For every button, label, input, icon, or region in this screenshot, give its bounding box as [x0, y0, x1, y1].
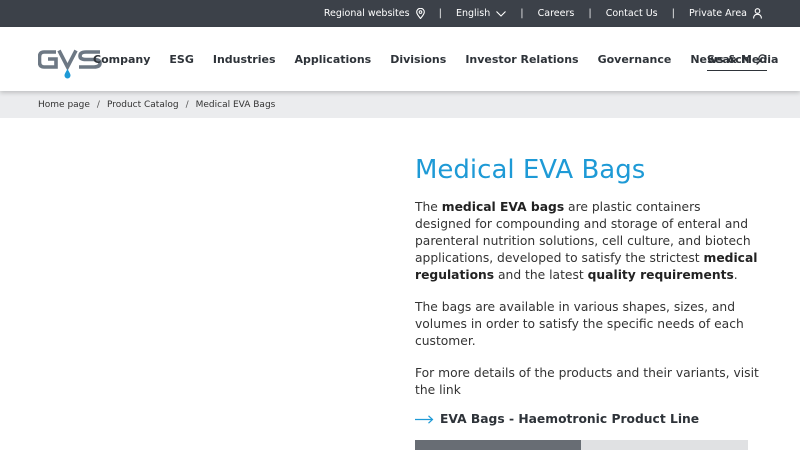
haemotronic-link-label: EVA Bags - Haemotronic Product Line [440, 412, 700, 426]
search-label: Search [707, 52, 750, 66]
utility-bar: Regional websites | English | Careers | … [0, 0, 800, 27]
careers-link[interactable]: Careers [538, 8, 575, 19]
nav-governance[interactable]: Governance [598, 53, 672, 66]
private-area-link[interactable]: Private Area [689, 8, 762, 19]
contact-us-label: Contact Us [605, 8, 658, 19]
arrow-right-icon [415, 414, 434, 424]
language-selector[interactable]: English [455, 8, 507, 19]
search-icon [755, 53, 767, 65]
breadcrumb: Home page / Product Catalog / Medical EV… [0, 91, 800, 118]
nav-divisions[interactable]: Divisions [390, 53, 446, 66]
topbar-separator: | [588, 8, 592, 19]
regional-websites-label: Regional websites [323, 8, 410, 19]
private-area-label: Private Area [688, 8, 747, 19]
breadcrumb-separator: / [96, 99, 100, 110]
tab-bar [415, 440, 748, 450]
topbar-separator: | [438, 8, 442, 19]
nav-esg[interactable]: ESG [169, 53, 193, 66]
intro-text: The [415, 200, 442, 214]
details-paragraph: For more details of the products and the… [415, 366, 759, 397]
main-header: Company ESG Industries Applications Divi… [0, 27, 800, 91]
breadcrumb-product-catalog[interactable]: Product Catalog [107, 100, 179, 110]
regional-websites-link[interactable]: Regional websites [324, 8, 425, 19]
user-icon [753, 8, 762, 19]
intro-text: and the latest [494, 268, 588, 282]
nav-applications[interactable]: Applications [295, 53, 372, 66]
topbar-separator: | [671, 8, 675, 19]
contact-us-link[interactable]: Contact Us [606, 8, 658, 19]
intro-bold: medical EVA bags [441, 200, 565, 214]
variants-paragraph: The bags are available in various shapes… [415, 300, 744, 348]
language-label: English [455, 8, 491, 19]
intro-bold: quality requirements [587, 268, 734, 282]
nav-industries[interactable]: Industries [213, 53, 276, 66]
breadcrumb-home[interactable]: Home page [38, 100, 90, 110]
haemotronic-product-link[interactable]: EVA Bags - Haemotronic Product Line [415, 412, 760, 426]
search-button[interactable]: Search [707, 51, 767, 71]
careers-label: Careers [537, 8, 575, 19]
breadcrumb-current: Medical EVA Bags [195, 99, 276, 110]
main-nav: Company ESG Industries Applications Divi… [93, 27, 797, 91]
chevron-down-icon [496, 10, 507, 17]
page-title: Medical EVA Bags [415, 155, 646, 185]
intro-text: . [733, 268, 738, 282]
tab-active-indicator[interactable] [415, 440, 581, 450]
nav-company[interactable]: Company [93, 53, 150, 66]
map-pin-icon [415, 8, 425, 19]
product-description: Medical EVA Bags The medical EVA bags ar… [415, 155, 760, 426]
breadcrumb-separator: / [185, 99, 189, 110]
intro-paragraph: The medical EVA bags are plastic contain… [415, 199, 760, 284]
nav-investor-relations[interactable]: Investor Relations [465, 53, 578, 66]
topbar-separator: | [520, 8, 524, 19]
